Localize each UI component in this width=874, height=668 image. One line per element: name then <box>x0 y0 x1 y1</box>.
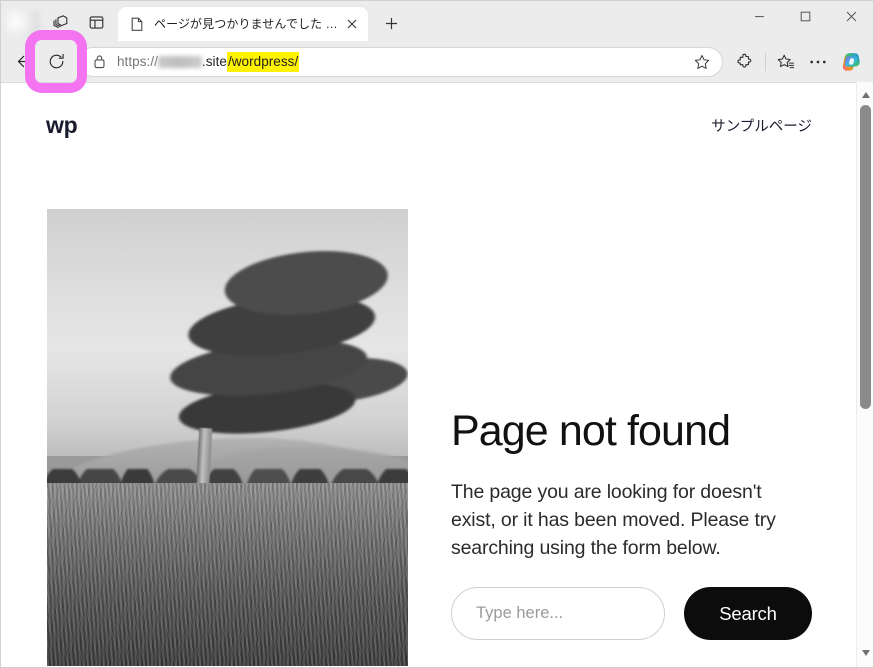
window-controls <box>736 0 874 33</box>
scroll-down-arrow-icon[interactable] <box>857 644 874 661</box>
back-arrow-icon[interactable] <box>8 46 40 78</box>
tab-strip: ページが見つかりませんでした – wp <box>0 0 874 41</box>
error-description: The page you are looking for doesn't exi… <box>451 481 776 560</box>
tab-actions-icon[interactable] <box>81 8 111 36</box>
address-bar[interactable]: https:// .site/wordpress/ <box>78 46 723 77</box>
copilot-icon[interactable] <box>836 47 866 77</box>
page-viewport: wp サンプルページ Page not found The page you a… <box>0 82 874 668</box>
toolbar-divider <box>765 52 766 71</box>
url-scheme: https:// <box>117 54 158 69</box>
scrollbar-thumb[interactable] <box>860 105 871 409</box>
browser-window: ページが見つかりませんでした – wp https:// .site /word… <box>0 0 874 668</box>
refresh-button[interactable] <box>25 29 87 93</box>
scroll-up-arrow-icon[interactable] <box>857 86 874 103</box>
ellipsis-icon[interactable] <box>802 46 834 78</box>
page-title: Page not found <box>451 407 731 455</box>
extensions-puzzle-icon[interactable] <box>729 46 761 78</box>
nav-link-sample-page[interactable]: サンプルページ <box>711 115 812 136</box>
new-tab-button[interactable] <box>376 9 406 37</box>
close-icon[interactable] <box>342 14 362 34</box>
search-button[interactable]: Search <box>684 587 812 641</box>
search-form: Search <box>451 587 856 641</box>
url-redacted-host <box>157 55 202 68</box>
site-title[interactable]: wp <box>46 112 78 139</box>
content-row: Page not found The page you are looking … <box>0 209 856 666</box>
site-header: wp サンプルページ <box>0 83 856 145</box>
tab-title: ページが見つかりませんでした – wp <box>154 17 338 31</box>
star-outline-icon[interactable] <box>688 48 716 76</box>
page-scrollbar[interactable] <box>856 82 873 667</box>
page-icon <box>129 16 145 32</box>
hero-image <box>47 209 408 666</box>
address-bar-url: https:// .site/wordpress/ <box>117 51 688 72</box>
lock-icon <box>90 54 108 69</box>
workspaces-icon[interactable] <box>45 8 75 36</box>
minimize-button[interactable] <box>736 0 782 33</box>
browser-toolbar: https:// .site/wordpress/ <box>0 29 874 93</box>
maximize-button[interactable] <box>782 0 828 33</box>
close-window-button[interactable] <box>828 0 874 33</box>
error-text-column: Page not found The page you are looking … <box>408 209 856 641</box>
photo-grass-field <box>47 483 408 666</box>
url-path-highlighted: /wordpress/ <box>226 51 300 72</box>
collections-icon[interactable] <box>770 46 802 78</box>
web-page: wp サンプルページ Page not found The page you a… <box>0 83 856 668</box>
search-input[interactable] <box>451 587 665 641</box>
browser-tab[interactable]: ページが見つかりませんでした – wp <box>118 7 368 41</box>
url-tld: .site <box>201 54 227 69</box>
photo-tree-canopy <box>123 235 408 466</box>
profile-avatar[interactable] <box>6 10 40 36</box>
